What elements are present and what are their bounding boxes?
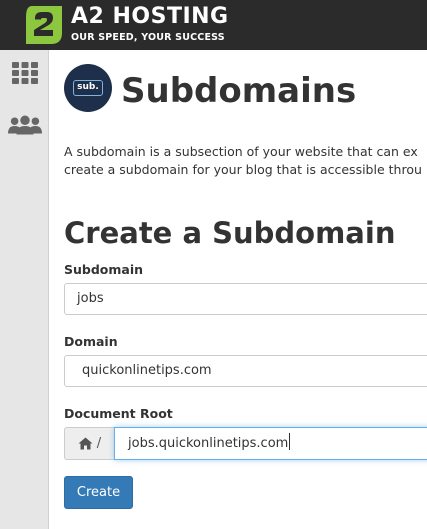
document-root-slash: / — [96, 436, 102, 451]
home-icon — [78, 437, 93, 450]
subdomain-label: Subdomain — [64, 262, 144, 277]
main-content: sub. Subdomains A subdomain is a subsect… — [49, 50, 427, 529]
grid-icon — [12, 62, 38, 84]
document-root-value: jobs.quickonlinetips.com — [128, 436, 289, 451]
a2-logo-icon[interactable] — [22, 3, 66, 47]
create-subdomain-heading: Create a Subdomain — [64, 216, 396, 250]
sidebar — [0, 50, 49, 529]
document-root-prefix: / — [64, 427, 114, 460]
subdomains-icon-text: sub. — [73, 80, 103, 96]
description-line-2: create a subdomain for your blog that is… — [64, 162, 422, 177]
domain-label: Domain — [64, 334, 118, 349]
top-header: A2 HOSTING OUR SPEED, YOUR SUCCESS — [0, 0, 427, 50]
create-button[interactable]: Create — [64, 476, 133, 509]
brand-tagline: OUR SPEED, YOUR SUCCESS — [71, 32, 225, 43]
subdomains-app-icon: sub. — [64, 64, 112, 112]
domain-select[interactable]: quickonlinetips.com — [64, 355, 427, 387]
subdomain-input[interactable]: jobs — [64, 283, 427, 315]
users-icon — [8, 115, 42, 135]
sidebar-item-users[interactable] — [8, 110, 42, 140]
document-root-input[interactable]: jobs.quickonlinetips.com — [114, 427, 427, 460]
brand-name[interactable]: A2 HOSTING — [71, 4, 229, 30]
document-root-label: Document Root — [64, 406, 173, 421]
sidebar-item-tools[interactable] — [8, 58, 42, 88]
text-cursor — [289, 433, 291, 450]
page-description: A subdomain is a subsection of your webs… — [64, 143, 427, 179]
description-line-1: A subdomain is a subsection of your webs… — [64, 144, 418, 159]
page-title: Subdomains — [121, 71, 357, 111]
